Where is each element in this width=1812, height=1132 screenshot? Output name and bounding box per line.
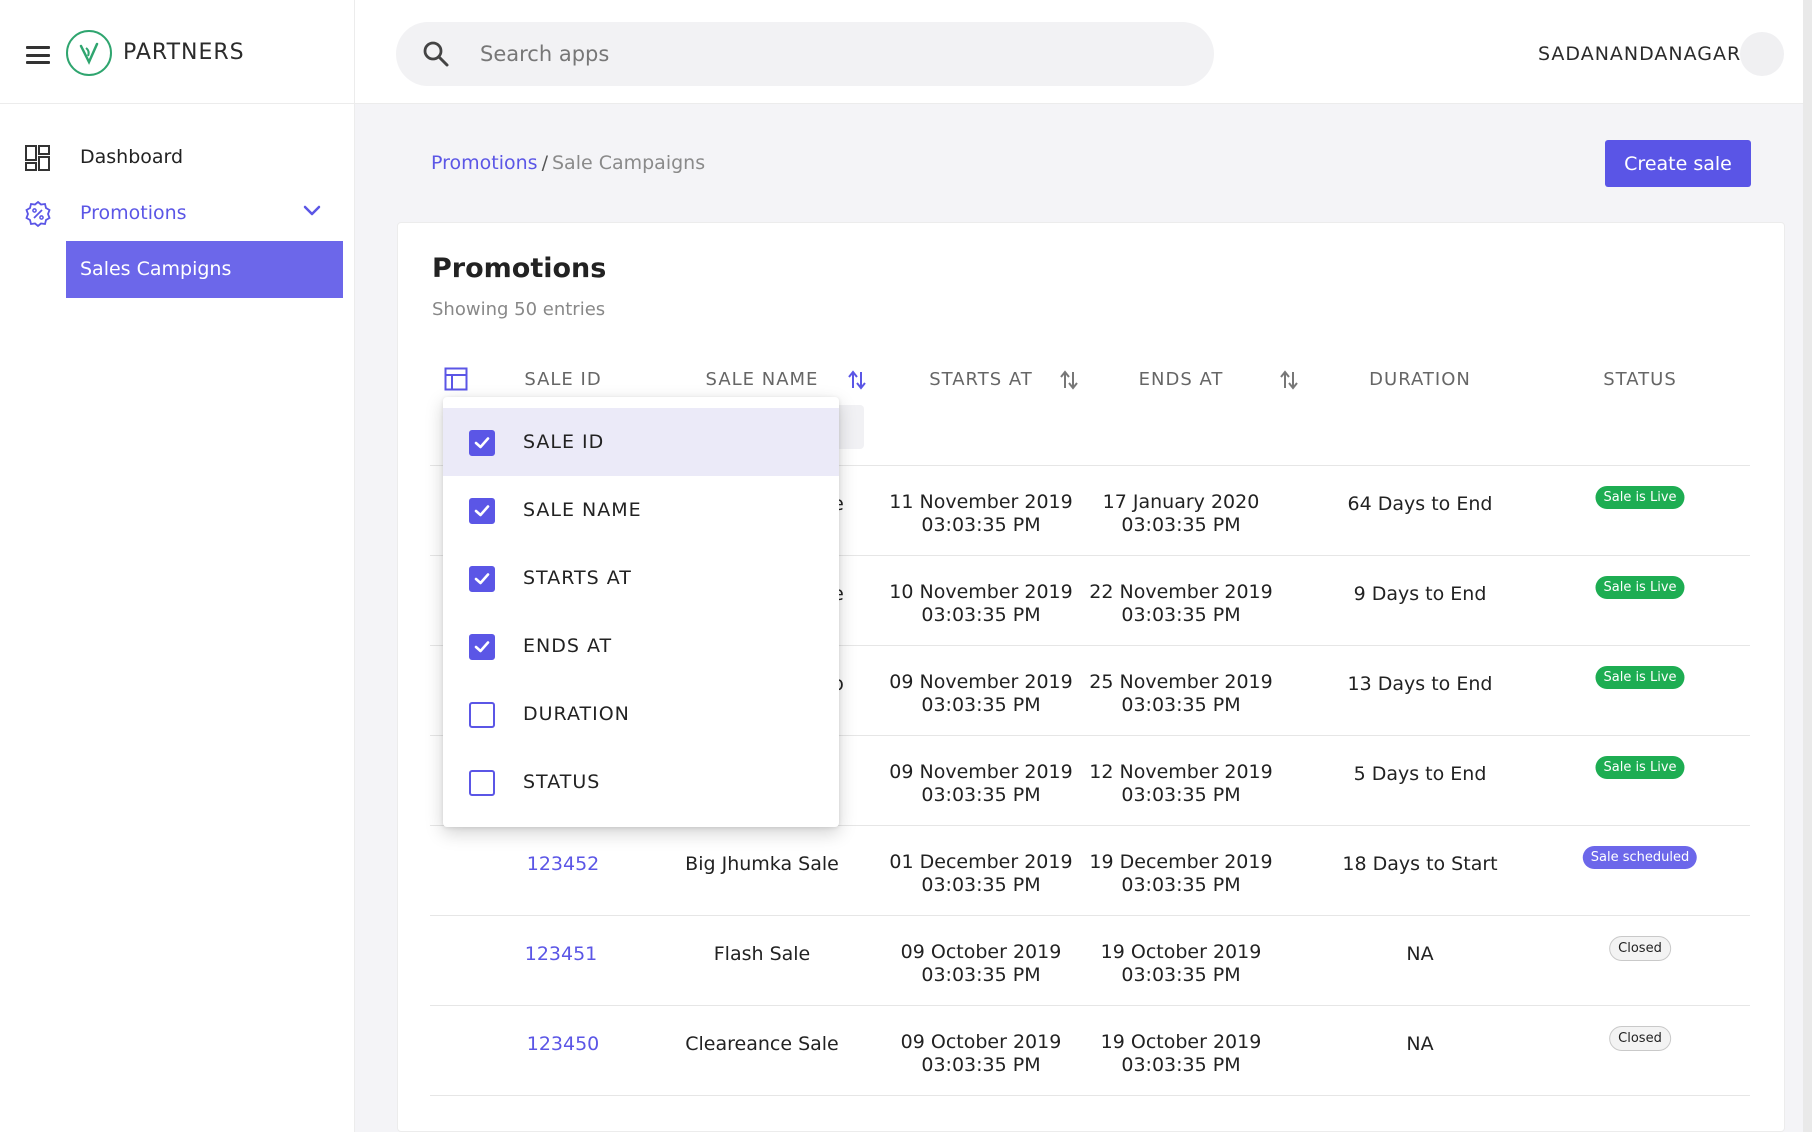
page-scrollbar[interactable] <box>1803 0 1812 1132</box>
dashboard-grid-icon <box>25 145 50 171</box>
chevron-down-icon[interactable] <box>302 204 322 218</box>
column-header-sale-name[interactable]: SALE NAME <box>706 369 819 390</box>
sidebar-item-label: Dashboard <box>80 146 184 168</box>
sort-icon[interactable] <box>1058 369 1080 391</box>
ends-at-cell: 12 November 2019 03:03:35 PM <box>1089 761 1273 806</box>
menu-item-label: ENDS AT <box>523 635 613 657</box>
duration-cell: 13 Days to End <box>1347 673 1493 695</box>
starts-at-cell: 09 October 2019 03:03:35 PM <box>900 1031 1062 1076</box>
menu-item-starts-at[interactable]: STARTS AT <box>443 544 839 612</box>
ends-at-cell: 22 November 2019 03:03:35 PM <box>1089 581 1273 626</box>
card-title: Promotions <box>432 253 607 284</box>
sidebar-item-promotions[interactable]: Promotions <box>0 188 355 238</box>
status-badge: Sale scheduled <box>1582 846 1698 869</box>
sale-id-link[interactable]: 123451 <box>525 943 598 966</box>
menu-item-label: DURATION <box>523 703 630 725</box>
sidebar-subitem-sales-campaigns[interactable]: Sales Campigns <box>66 241 343 298</box>
breadcrumb-separator: / <box>541 152 548 174</box>
ends-at-cell: 25 November 2019 03:03:35 PM <box>1089 671 1273 716</box>
top-bar: PARTNERS SADANANDANAGAR <box>0 0 1812 104</box>
search-icon <box>423 41 449 67</box>
sale-id-link[interactable]: 123452 <box>527 853 600 876</box>
avatar[interactable] <box>1740 32 1784 76</box>
username[interactable]: SADANANDANAGAR <box>1538 43 1741 65</box>
breadcrumb-current: Sale Campaigns <box>551 152 706 174</box>
checkbox-unchecked[interactable] <box>469 702 495 728</box>
table-columns-icon[interactable] <box>444 367 468 391</box>
column-header-status: STATUS <box>1603 369 1677 390</box>
menu-item-sale-id[interactable]: SALE ID <box>443 408 839 476</box>
ends-at-cell: 17 January 2020 03:03:35 PM <box>1102 491 1260 536</box>
status-badge: Sale is Live <box>1595 486 1685 509</box>
sort-icon[interactable] <box>846 369 868 391</box>
status-badge: Sale is Live <box>1595 666 1685 689</box>
sidebar-item-label: Promotions <box>80 202 187 224</box>
create-sale-button[interactable]: Create sale <box>1605 140 1751 187</box>
starts-at-cell: 10 November 2019 03:03:35 PM <box>889 581 1073 626</box>
menu-item-label: SALE NAME <box>523 499 642 521</box>
sidebar: Dashboard Promotions Sales Campigns <box>0 104 355 1132</box>
brand-name: PARTNERS <box>123 40 245 65</box>
brand-area: PARTNERS <box>0 0 355 104</box>
duration-cell: 9 Days to End <box>1353 583 1487 605</box>
menu-item-label: STARTS AT <box>523 567 632 589</box>
menu-item-label: STATUS <box>523 771 601 793</box>
duration-cell: 5 Days to End <box>1353 763 1487 785</box>
row-divider <box>430 915 1750 916</box>
starts-at-cell: 09 October 2019 03:03:35 PM <box>900 941 1062 986</box>
status-badge: Closed <box>1609 936 1671 961</box>
row-divider <box>430 1005 1750 1006</box>
starts-at-cell: 01 December 2019 03:03:35 PM <box>889 851 1073 896</box>
starts-at-cell: 09 November 2019 03:03:35 PM <box>889 671 1073 716</box>
duration-cell: 18 Days to Start <box>1342 853 1498 875</box>
menu-item-sale-name[interactable]: SALE NAME <box>443 476 839 544</box>
sale-name-cell: Flash Sale <box>713 943 811 965</box>
checkbox-unchecked[interactable] <box>469 770 495 796</box>
ends-at-cell: 19 December 2019 03:03:35 PM <box>1089 851 1273 896</box>
menu-icon[interactable] <box>26 46 50 64</box>
starts-at-cell: 09 November 2019 03:03:35 PM <box>889 761 1073 806</box>
checkbox-checked[interactable] <box>469 566 495 592</box>
sale-name-cell: Big Jhumka Sale <box>685 853 839 875</box>
breadcrumb-promotions-link[interactable]: Promotions <box>431 152 538 174</box>
column-header-starts-at[interactable]: STARTS AT <box>929 369 1033 390</box>
column-header-duration: DURATION <box>1369 369 1471 390</box>
duration-cell: NA <box>1406 943 1434 965</box>
checkbox-checked[interactable] <box>469 430 495 456</box>
menu-item-duration[interactable]: DURATION <box>443 680 839 748</box>
checkbox-checked[interactable] <box>469 634 495 660</box>
ends-at-cell: 19 October 2019 03:03:35 PM <box>1100 941 1262 986</box>
duration-cell: NA <box>1406 1033 1434 1055</box>
status-badge: Sale is Live <box>1595 756 1685 779</box>
column-header-sale-id[interactable]: SALE ID <box>524 369 601 390</box>
menu-item-ends-at[interactable]: ENDS AT <box>443 612 839 680</box>
column-header-ends-at[interactable]: ENDS AT <box>1139 369 1224 390</box>
sidebar-subitem-label: Sales Campigns <box>80 258 232 280</box>
sidebar-item-dashboard[interactable]: Dashboard <box>0 132 355 182</box>
column-visibility-menu: SALE ID SALE NAME STARTS AT ENDS AT DURA… <box>443 397 839 827</box>
percent-badge-icon <box>25 200 51 228</box>
ends-at-cell: 19 October 2019 03:03:35 PM <box>1100 1031 1262 1076</box>
breadcrumb: Promotions / Sale Campaigns <box>431 152 705 174</box>
entries-count: Showing 50 entries <box>432 299 606 320</box>
search-box[interactable] <box>396 22 1214 86</box>
duration-cell: 64 Days to End <box>1347 493 1493 515</box>
checkbox-checked[interactable] <box>469 498 495 524</box>
search-input[interactable] <box>480 34 1180 74</box>
sort-icon[interactable] <box>1278 369 1300 391</box>
menu-item-status[interactable]: STATUS <box>443 748 839 816</box>
sale-id-link[interactable]: 123450 <box>527 1033 600 1056</box>
status-badge: Sale is Live <box>1595 576 1685 599</box>
status-badge: Closed <box>1609 1026 1671 1051</box>
starts-at-cell: 11 November 2019 03:03:35 PM <box>889 491 1073 536</box>
row-divider <box>430 1095 1750 1096</box>
sale-name-cell: Cleareance Sale <box>685 1033 839 1055</box>
partners-logo-icon <box>66 30 112 76</box>
menu-item-label: SALE ID <box>523 431 605 453</box>
